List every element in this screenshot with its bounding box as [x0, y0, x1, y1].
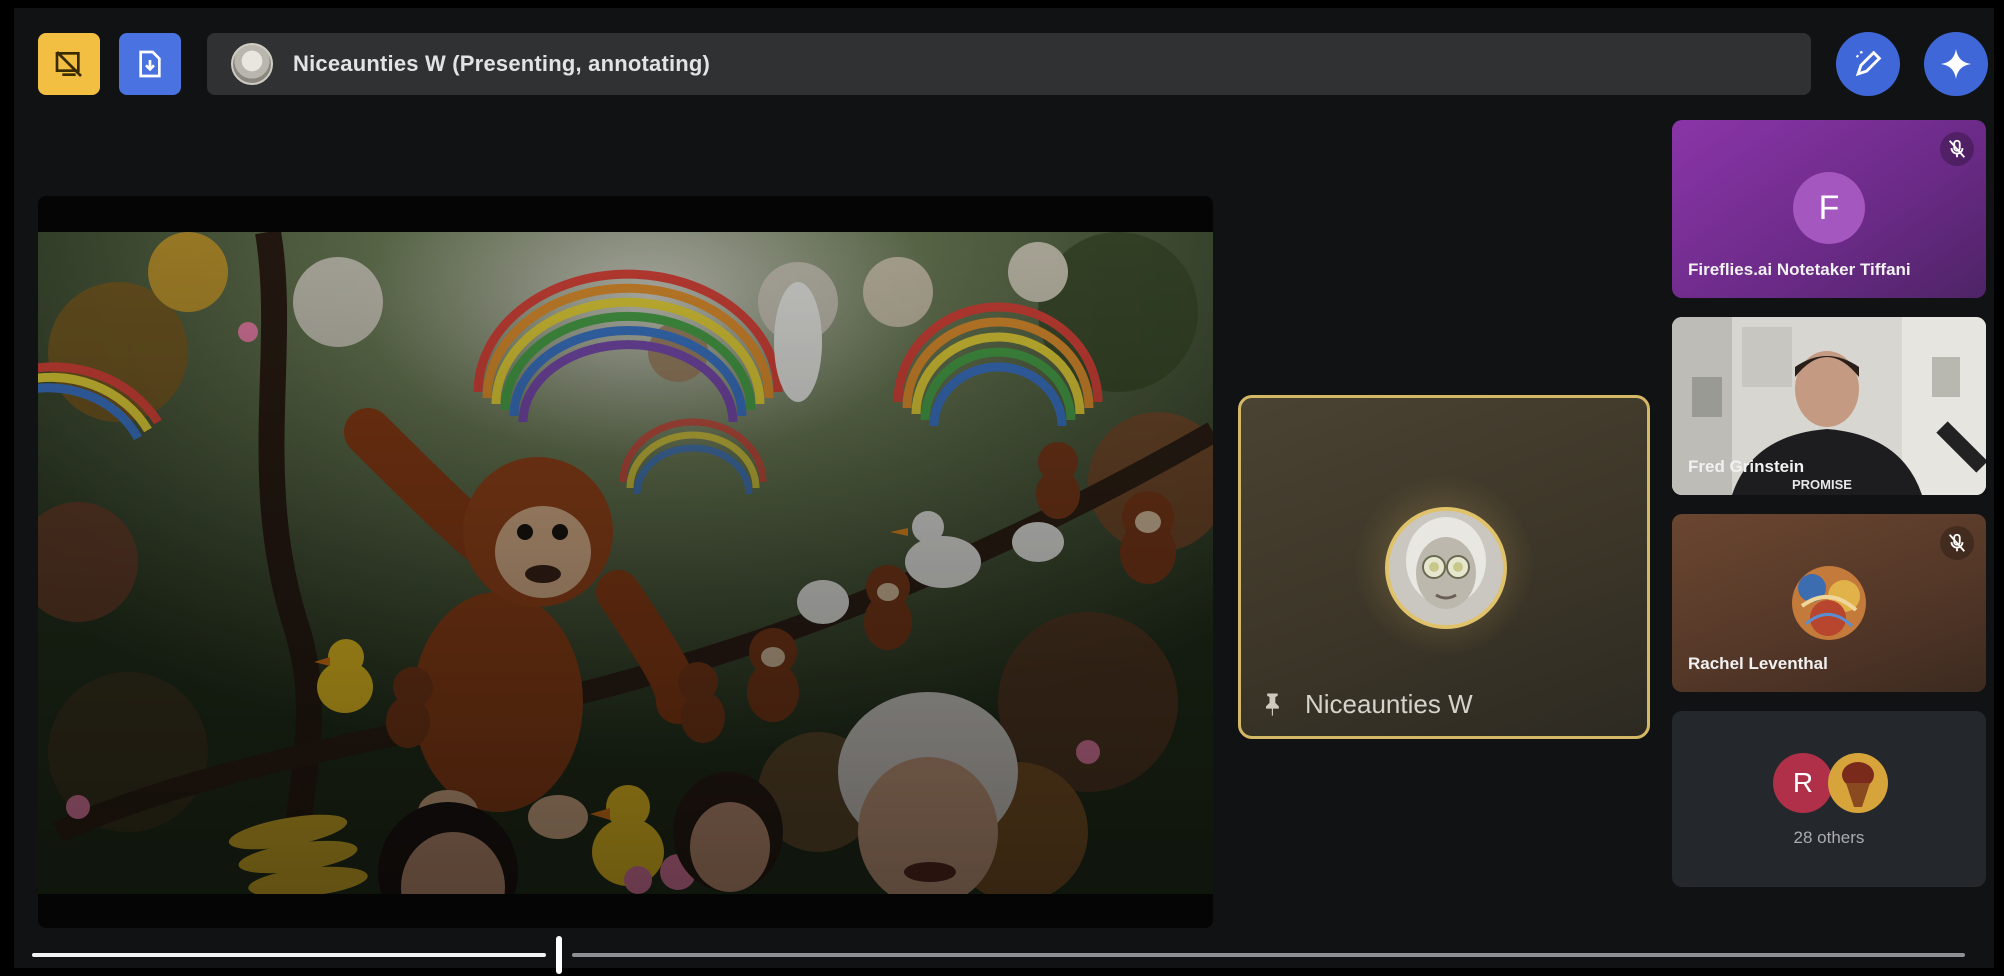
screenshare-off-icon: [55, 51, 82, 77]
pin-icon[interactable]: [1259, 690, 1287, 718]
participant-avatar: [1792, 566, 1866, 640]
others-photo-avatar: [1828, 753, 1888, 813]
scrubber-handle[interactable]: [556, 936, 562, 974]
participant-name: Rachel Leventhal: [1688, 654, 1828, 673]
mic-off-icon: [1940, 526, 1974, 560]
presenter-avatar: [231, 43, 273, 85]
participant-name: Fred Grinstein: [1688, 457, 1805, 476]
presenter-tile[interactable]: Niceaunties W: [1238, 395, 1650, 739]
annotate-button[interactable]: [1836, 32, 1900, 96]
progress-played: [32, 953, 546, 957]
presentation-image: [38, 232, 1213, 894]
shared-screen[interactable]: [38, 196, 1213, 928]
progress-remaining[interactable]: [572, 953, 1965, 957]
shirt-text: PROMISE: [1792, 477, 1852, 492]
others-initial-avatar: R: [1773, 753, 1833, 813]
presenter-title: Niceaunties W (Presenting, annotating): [293, 51, 711, 76]
document-download-icon: [139, 50, 161, 78]
presenter-tile-avatar: [1385, 507, 1507, 629]
participant-name: Fireflies.ai Notetaker Tiffani: [1688, 260, 1911, 279]
participant-initial-avatar: F: [1793, 172, 1865, 244]
gemini-button[interactable]: [1924, 32, 1988, 96]
mic-off-icon: [1940, 132, 1974, 166]
participant-tile-rachel[interactable]: Rachel Leventhal: [1672, 514, 1986, 692]
download-notes-button[interactable]: [119, 33, 181, 95]
sparkle-icon: [1941, 49, 1971, 79]
participant-tile-fred[interactable]: PROMISE Fred Grinstein: [1672, 317, 1986, 495]
annotate-pen-icon: [1855, 50, 1882, 77]
presenter-name: Niceaunties W: [1305, 689, 1473, 719]
others-count: 28 others: [1793, 828, 1865, 847]
stop-presenting-button[interactable]: [38, 33, 100, 95]
others-tile[interactable]: R 28 others: [1672, 711, 1986, 887]
participant-tile-fireflies[interactable]: F Fireflies.ai Notetaker Tiffani: [1672, 120, 1986, 298]
presenter-title-bar[interactable]: Niceaunties W (Presenting, annotating): [207, 33, 1811, 95]
